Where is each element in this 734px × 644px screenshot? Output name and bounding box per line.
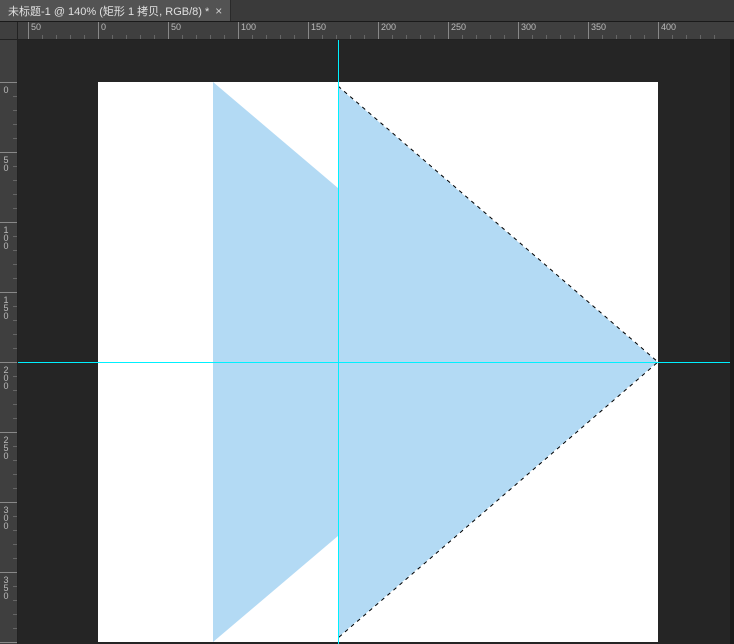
guide-vertical[interactable] bbox=[338, 40, 339, 644]
document-tab-title: 未标题-1 @ 140% (矩形 1 拷贝, RGB/8) * bbox=[8, 3, 209, 19]
document-tab-bar: 未标题-1 @ 140% (矩形 1 拷贝, RGB/8) * × bbox=[0, 0, 734, 22]
workspace: 50050100150200250300350400 0501001502002… bbox=[0, 22, 734, 644]
close-icon[interactable]: × bbox=[215, 5, 222, 17]
scrollbar-vertical[interactable] bbox=[730, 40, 734, 644]
ruler-horizontal[interactable]: 50050100150200250300350400 bbox=[18, 22, 734, 40]
ruler-vertical[interactable]: 050100150200250300350400 bbox=[0, 40, 18, 644]
ruler-origin-corner[interactable] bbox=[0, 22, 18, 40]
guide-horizontal[interactable] bbox=[18, 362, 734, 363]
document-tab[interactable]: 未标题-1 @ 140% (矩形 1 拷贝, RGB/8) * × bbox=[0, 0, 231, 21]
canvas-viewport[interactable] bbox=[18, 40, 734, 644]
